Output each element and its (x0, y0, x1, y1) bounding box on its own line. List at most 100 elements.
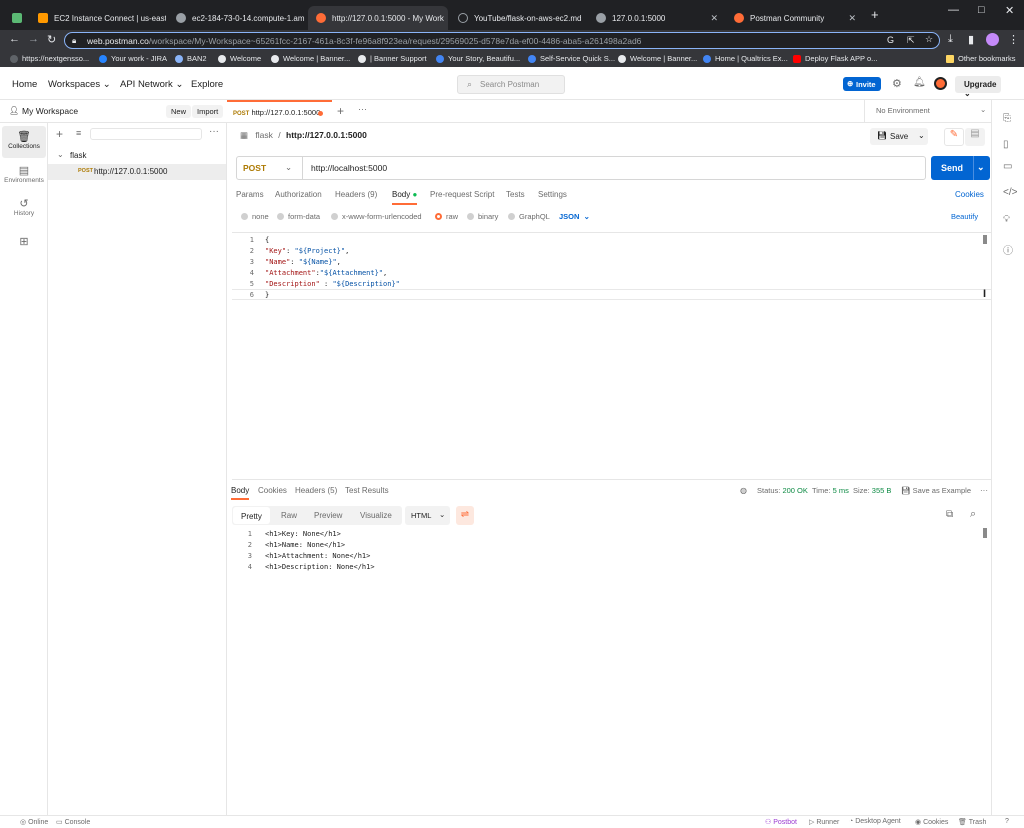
url-bar[interactable]: 🔒︎ web.postman.co/workspace/My-Workspace… (64, 32, 940, 49)
raw-format-select[interactable]: JSON ⌄ (559, 212, 590, 221)
new-tab-icon[interactable]: + (871, 7, 879, 22)
reload-icon[interactable]: ↻ (47, 33, 56, 46)
help-icon[interactable]: ? (1005, 818, 1009, 825)
send-button[interactable]: Send ⌄ (931, 156, 990, 180)
forward-icon[interactable]: → (28, 33, 39, 45)
nav-explore[interactable]: Explore (191, 79, 223, 90)
browser-tab[interactable]: YouTube/flask-on-aws-ec2.md✕ (450, 6, 588, 30)
minimize-icon[interactable]: — (948, 4, 959, 16)
cookies-button[interactable]: ◉ Cookies (915, 818, 948, 826)
globe-icon[interactable]: ◍ (740, 486, 747, 495)
status-info[interactable]: Status: 200 OK (757, 486, 808, 495)
radio-graphql[interactable]: GraphQL (508, 212, 550, 221)
size-info[interactable]: Size: 355 B (853, 486, 891, 495)
nav-workspaces[interactable]: Workspaces ⌄ (48, 79, 111, 90)
url-input[interactable]: http://localhost:5000 (311, 163, 387, 173)
search-icon[interactable]: ⌕ (970, 508, 976, 521)
scrollbar[interactable] (983, 528, 987, 538)
radio-form-data[interactable]: form-data (277, 212, 320, 221)
bookmark[interactable]: Your work - JIRA (99, 54, 167, 63)
save-as-example-button[interactable]: 💾︎ Save as Example (901, 486, 971, 495)
scrollbar[interactable] (983, 235, 987, 244)
info-icon[interactable]: ⓘ (1003, 242, 1013, 257)
tab-response-headers[interactable]: Headers (5) (295, 486, 337, 495)
star-icon[interactable]: ☆ (925, 34, 933, 45)
profile-avatar[interactable] (986, 33, 999, 46)
google-icon[interactable]: G (887, 35, 894, 45)
breadcrumb-current[interactable]: http://127.0.0.1:5000 (286, 130, 367, 140)
tab-pre-request-script[interactable]: Pre-request Script (430, 190, 494, 199)
bookmark[interactable]: Deploy Flask APP o... (793, 54, 877, 63)
bookmark[interactable]: Welcome | Banner... (271, 54, 350, 63)
more-options-icon[interactable]: ··· (358, 104, 367, 114)
environment-select[interactable]: No Environment ⌄ (864, 100, 991, 123)
documentation-icon[interactable]: ▯ (1003, 139, 1009, 150)
chevron-down-icon[interactable]: ⌄ (57, 150, 64, 159)
view-pretty[interactable]: Pretty (233, 507, 270, 524)
close-icon[interactable]: ✕ (444, 13, 448, 24)
bookmark[interactable]: Self-Service Quick S... (528, 54, 615, 63)
avatar[interactable] (934, 77, 947, 90)
browser-tab[interactable]: EC2 Instance Connect | us-east-✕ (30, 6, 166, 30)
view-visualize[interactable]: Visualize (352, 506, 400, 524)
console-button[interactable]: ▭ Console (56, 818, 90, 826)
tab-response-cookies[interactable]: Cookies (258, 486, 287, 495)
radio-urlencoded[interactable]: x-www-form-urlencoded (331, 212, 422, 221)
bookmark[interactable]: Welcome (218, 54, 261, 63)
response-format-select[interactable]: HTML ⌄ (405, 506, 450, 525)
filter-icon[interactable]: ≡ (76, 128, 81, 138)
comments-icon[interactable]: ▭ (1003, 161, 1012, 172)
breadcrumb-parent[interactable]: flask (255, 130, 272, 140)
tab-authorization[interactable]: Authorization (275, 190, 322, 199)
bookmark[interactable]: | Banner Support (358, 54, 427, 63)
nav-api-network[interactable]: API Network ⌄ (120, 79, 183, 90)
browser-tab[interactable]: Postman Community ✕ (726, 6, 864, 30)
tab-headers[interactable]: Headers (9) (335, 190, 377, 199)
add-icon[interactable]: + (56, 127, 63, 141)
import-button[interactable]: Import (192, 105, 224, 118)
more-options-icon[interactable]: ··· (209, 126, 219, 137)
radio-raw[interactable]: raw (435, 212, 458, 221)
new-tab-icon[interactable]: + (337, 104, 344, 118)
desktop-agent-button[interactable]: ◔ Desktop Agent (849, 818, 901, 825)
filter-input[interactable] (90, 128, 202, 140)
lock-icon[interactable]: 🔒︎ (72, 36, 76, 46)
comment-icon[interactable]: ▤ (965, 128, 985, 146)
api-icon[interactable]: ⎘ (1003, 113, 1011, 124)
share-icon[interactable]: ⇱ (907, 35, 915, 46)
time-info[interactable]: Time: 5 ms (812, 486, 849, 495)
close-icon[interactable]: ✕ (704, 13, 718, 24)
sidebar-item-environments[interactable]: ▤ Environments (2, 160, 46, 192)
copy-icon[interactable]: ⧉ (946, 509, 953, 520)
lightbulb-icon[interactable]: 💡︎ (1003, 214, 1010, 225)
maximize-icon[interactable]: □ (978, 4, 985, 16)
close-icon[interactable]: ✕ (305, 13, 306, 24)
wrap-lines-icon[interactable]: ⇌ (456, 506, 474, 525)
online-status[interactable]: ◎ Online (20, 818, 48, 826)
bookmark[interactable]: Your Story, Beautifu... (436, 54, 520, 63)
menu-icon[interactable]: ⋮ (1008, 33, 1019, 46)
download-icon[interactable]: ⤓ (948, 33, 953, 46)
browser-tab[interactable]: ec2-184-73-0-14.compute-1.am✕ (168, 6, 306, 30)
browser-tab-active[interactable]: http://127.0.0.1:5000 - My Work✕ (308, 6, 448, 30)
invite-button[interactable]: ⊕ Invite (843, 77, 881, 91)
new-button[interactable]: New (166, 105, 192, 118)
collection-flask[interactable]: flask (70, 151, 86, 160)
back-icon[interactable]: ← (9, 33, 20, 45)
edit-icon[interactable]: ✎ (944, 128, 964, 146)
close-icon[interactable]: ✕ (842, 13, 856, 24)
tab-test-results[interactable]: Test Results (345, 486, 389, 495)
sidebar-item-more[interactable]: ⊞ (2, 231, 46, 263)
sidebar-request-item[interactable]: POST http://127.0.0.1:5000 (48, 164, 226, 180)
bell-icon[interactable]: 🔔︎ (913, 77, 926, 88)
postbot-button[interactable]: ⚇ Postbot (765, 818, 797, 826)
view-raw[interactable]: Raw (273, 506, 305, 524)
gear-icon[interactable]: ⚙ (892, 77, 902, 90)
bookmark[interactable]: BAN2 (175, 54, 207, 63)
method-select[interactable]: POST ⌄ (237, 157, 303, 179)
radio-none[interactable]: none (241, 212, 269, 221)
save-button[interactable]: 💾︎ Save ⌄ (870, 128, 928, 145)
runner-button[interactable]: ▷ Runner (809, 818, 839, 826)
bookmark[interactable]: Home | Qualtrics Ex... (703, 54, 788, 63)
trash-button[interactable]: 🗑︎ Trash (958, 818, 986, 826)
